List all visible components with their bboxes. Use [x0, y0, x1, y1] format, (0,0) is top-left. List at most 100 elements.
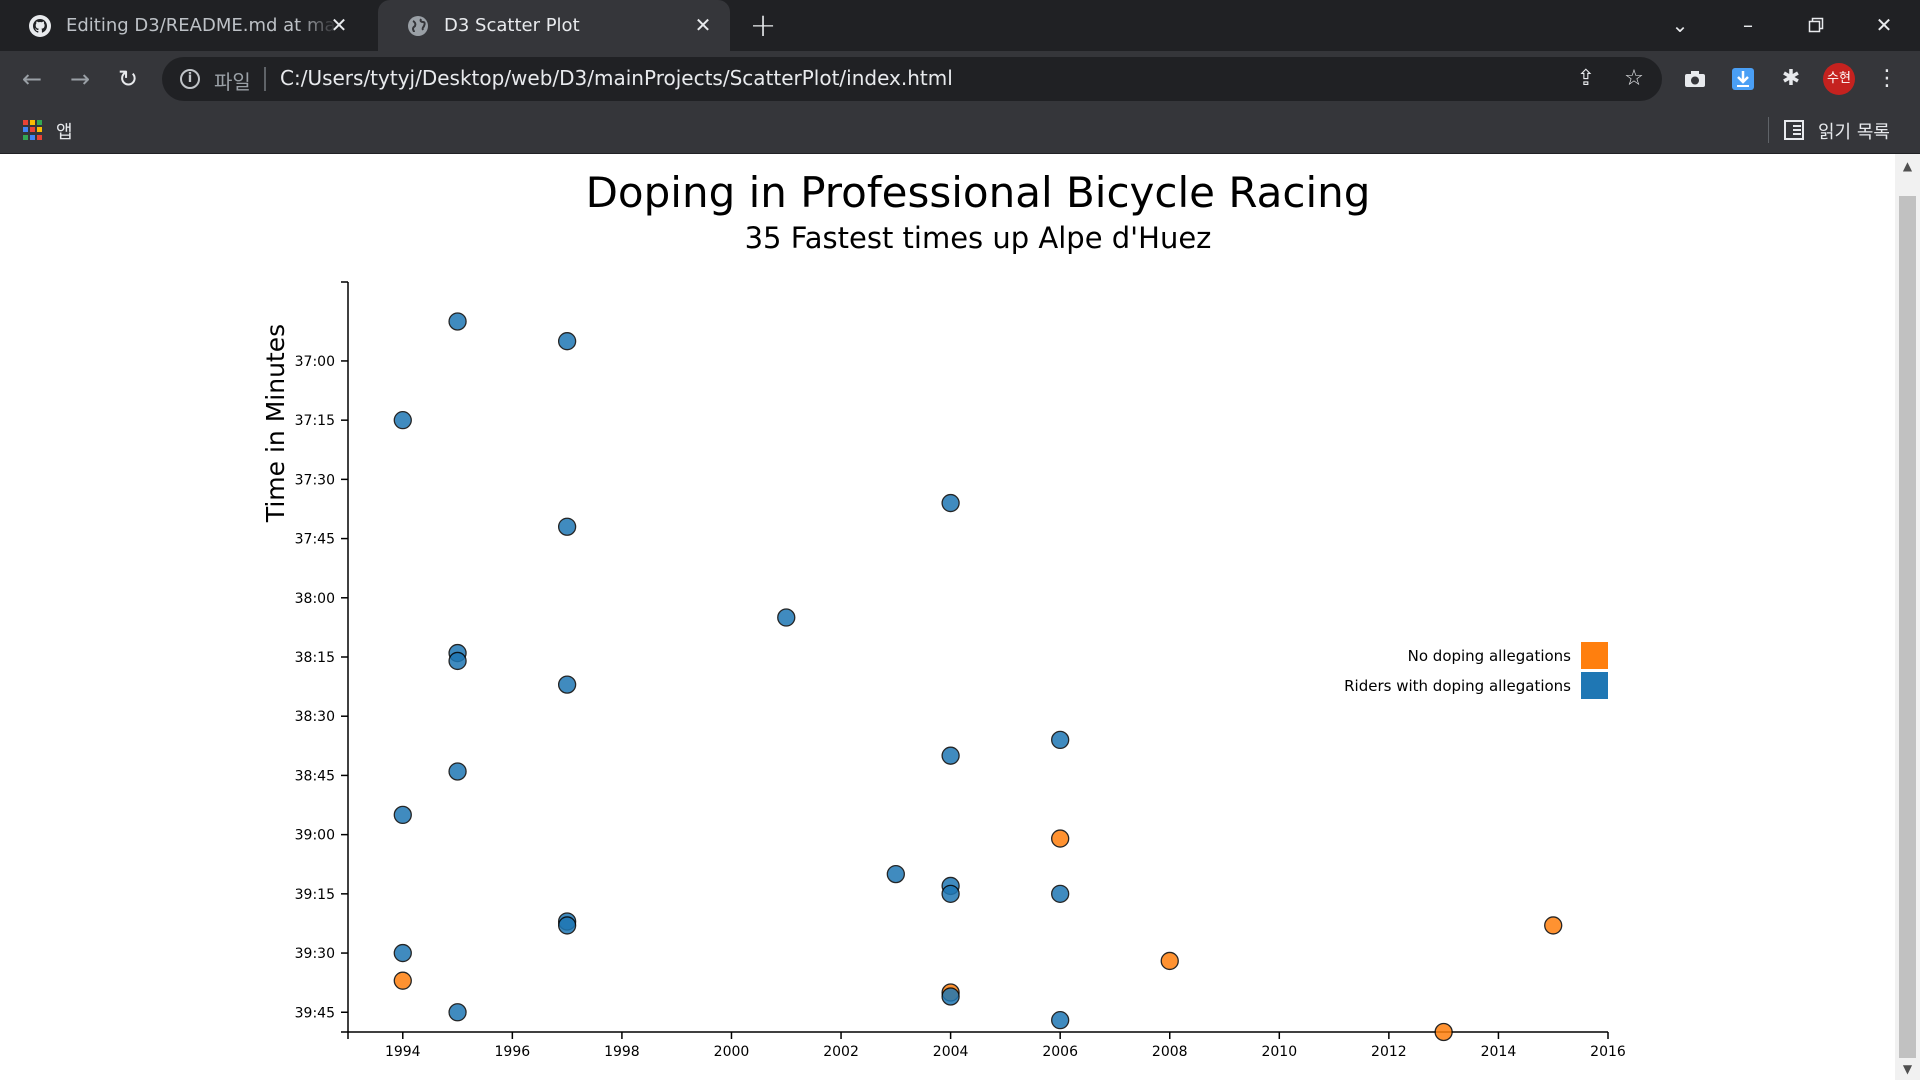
avatar[interactable]: 수현: [1823, 63, 1855, 95]
legend: No doping allegations Riders with doping …: [1344, 642, 1608, 699]
y-tick-label: 39:00: [295, 828, 335, 844]
x-tick-label: 1996: [495, 1044, 531, 1060]
tab-title: D3 Scatter Plot: [444, 15, 580, 36]
forward-icon[interactable]: →: [64, 63, 96, 95]
share-icon[interactable]: ⇪: [1572, 65, 1600, 93]
y-tick-label: 38:00: [295, 591, 335, 607]
x-tick-label: 2012: [1371, 1044, 1407, 1060]
data-point[interactable]: [557, 517, 577, 536]
scrollbar[interactable]: ▲ ▼: [1895, 154, 1920, 1080]
reading-list-icon[interactable]: [1784, 120, 1804, 140]
restore-icon[interactable]: [1798, 10, 1834, 40]
data-point[interactable]: [557, 675, 577, 694]
browser-toolbar: ← → ↻ i 파일 C:/Users/tytyj/Desktop/web/D3…: [0, 51, 1920, 107]
github-icon: [28, 14, 52, 38]
y-tick-label: 39:45: [295, 1005, 335, 1021]
legend-swatch: [1581, 672, 1608, 699]
x-tick-label: 2000: [714, 1044, 750, 1060]
reload-icon[interactable]: ↻: [112, 63, 144, 95]
close-window-icon[interactable]: ✕: [1866, 10, 1902, 40]
x-tick-label: 2008: [1152, 1044, 1188, 1060]
data-point[interactable]: [557, 332, 577, 351]
download-icon[interactable]: [1726, 63, 1760, 95]
reading-list-button[interactable]: 읽기 목록: [1818, 118, 1890, 144]
tab-strip: Editing D3/README.md at main ✕ D3 Scatte…: [0, 0, 1920, 51]
x-tick-label: 2014: [1481, 1044, 1517, 1060]
camera-icon[interactable]: [1678, 63, 1712, 95]
legend-label: Riders with doping allegations: [1344, 677, 1571, 695]
data-point[interactable]: [1051, 730, 1070, 750]
data-point[interactable]: [941, 746, 960, 765]
scroll-thumb[interactable]: [1899, 196, 1916, 1058]
x-tick-label: 1998: [604, 1044, 640, 1060]
data-point[interactable]: [941, 987, 960, 1006]
data-point[interactable]: [1544, 916, 1563, 935]
data-point[interactable]: [777, 608, 796, 627]
url-scheme-label: 파일: [214, 70, 251, 94]
minimize-icon[interactable]: –: [1730, 10, 1766, 40]
globe-icon: [406, 14, 430, 38]
url-text[interactable]: C:/Users/tytyj/Desktop/web/D3/mainProjec…: [280, 66, 953, 90]
data-point[interactable]: [1051, 884, 1070, 903]
legend-label: No doping allegations: [1408, 647, 1572, 665]
scroll-up-arrow[interactable]: ▲: [1895, 154, 1920, 178]
back-icon[interactable]: ←: [16, 63, 48, 95]
data-point[interactable]: [1051, 1011, 1070, 1030]
tab-d3-scatter-plot[interactable]: D3 Scatter Plot ✕: [378, 0, 730, 51]
apps-bookmark[interactable]: 앱: [56, 118, 73, 144]
data-point[interactable]: [557, 916, 577, 935]
data-point[interactable]: [448, 312, 467, 331]
y-tick-label: 37:15: [295, 413, 335, 429]
data-point[interactable]: [1160, 951, 1179, 971]
info-icon[interactable]: i: [180, 69, 200, 89]
address-bar[interactable]: i 파일 C:/Users/tytyj/Desktop/web/D3/mainP…: [162, 57, 1662, 101]
extensions-icon[interactable]: ✱: [1774, 63, 1808, 95]
data-point[interactable]: [1434, 1022, 1453, 1042]
menu-icon[interactable]: ⋮: [1870, 63, 1904, 95]
x-axis: 1994 1996 1998 2000 2002 2004 2006 2008 2010 2012…: [347, 1031, 1626, 1060]
divider: [264, 67, 266, 91]
legend-swatch: [1581, 642, 1608, 669]
close-tab-icon[interactable]: ✕: [326, 12, 352, 38]
y-tick-label: 38:30: [295, 709, 335, 725]
data-point[interactable]: [393, 943, 412, 963]
x-tick-label: 2004: [933, 1044, 969, 1060]
x-tick-label: 1994: [385, 1044, 421, 1060]
data-point[interactable]: [393, 971, 412, 990]
scatter-plot: Doping in Professional Bicycle Racing 35…: [261, 168, 1626, 1060]
y-axis: 37:00 37:15 37:30 37:45 38:00 38:15 38:30 38:45…: [295, 281, 349, 1033]
y-tick-label: 38:45: [295, 768, 335, 784]
data-point[interactable]: [448, 1003, 467, 1022]
scroll-down-arrow[interactable]: ▼: [1895, 1058, 1920, 1080]
apps-icon[interactable]: [23, 120, 43, 140]
x-tick-label: 2006: [1042, 1044, 1078, 1060]
y-axis-label: Time in Minutes: [261, 324, 290, 523]
data-point[interactable]: [448, 651, 467, 671]
chart-subtitle: 35 Fastest times up Alpe d'Huez: [745, 221, 1212, 255]
chart-title: Doping in Professional Bicycle Racing: [586, 168, 1371, 217]
tab-search-icon[interactable]: ⌄: [1662, 10, 1698, 40]
tab-github-readme[interactable]: Editing D3/README.md at main ✕: [0, 0, 366, 51]
bookmarks-bar: 앱 읽기 목록: [0, 107, 1920, 154]
data-point[interactable]: [941, 493, 960, 513]
data-point[interactable]: [448, 762, 467, 781]
divider: [1768, 117, 1769, 143]
data-point[interactable]: [393, 805, 412, 825]
y-tick-label: 37:30: [295, 472, 335, 488]
y-tick-label: 37:00: [295, 354, 335, 370]
y-tick-label: 37:45: [295, 532, 335, 548]
data-point[interactable]: [393, 411, 412, 430]
x-tick-label: 2002: [823, 1044, 859, 1060]
data-point[interactable]: [886, 864, 905, 884]
close-tab-icon[interactable]: ✕: [690, 12, 716, 38]
data-point[interactable]: [1051, 829, 1070, 848]
y-tick-label: 38:15: [295, 650, 335, 666]
tab-title: Editing D3/README.md at main: [66, 15, 338, 36]
new-tab-button[interactable]: +: [748, 9, 778, 41]
y-tick-label: 39:15: [295, 887, 335, 903]
data-point[interactable]: [941, 884, 960, 903]
y-tick-label: 39:30: [295, 946, 335, 962]
x-tick-label: 2016: [1590, 1044, 1626, 1060]
star-icon[interactable]: ☆: [1620, 65, 1648, 93]
x-tick-label: 2010: [1261, 1044, 1297, 1060]
